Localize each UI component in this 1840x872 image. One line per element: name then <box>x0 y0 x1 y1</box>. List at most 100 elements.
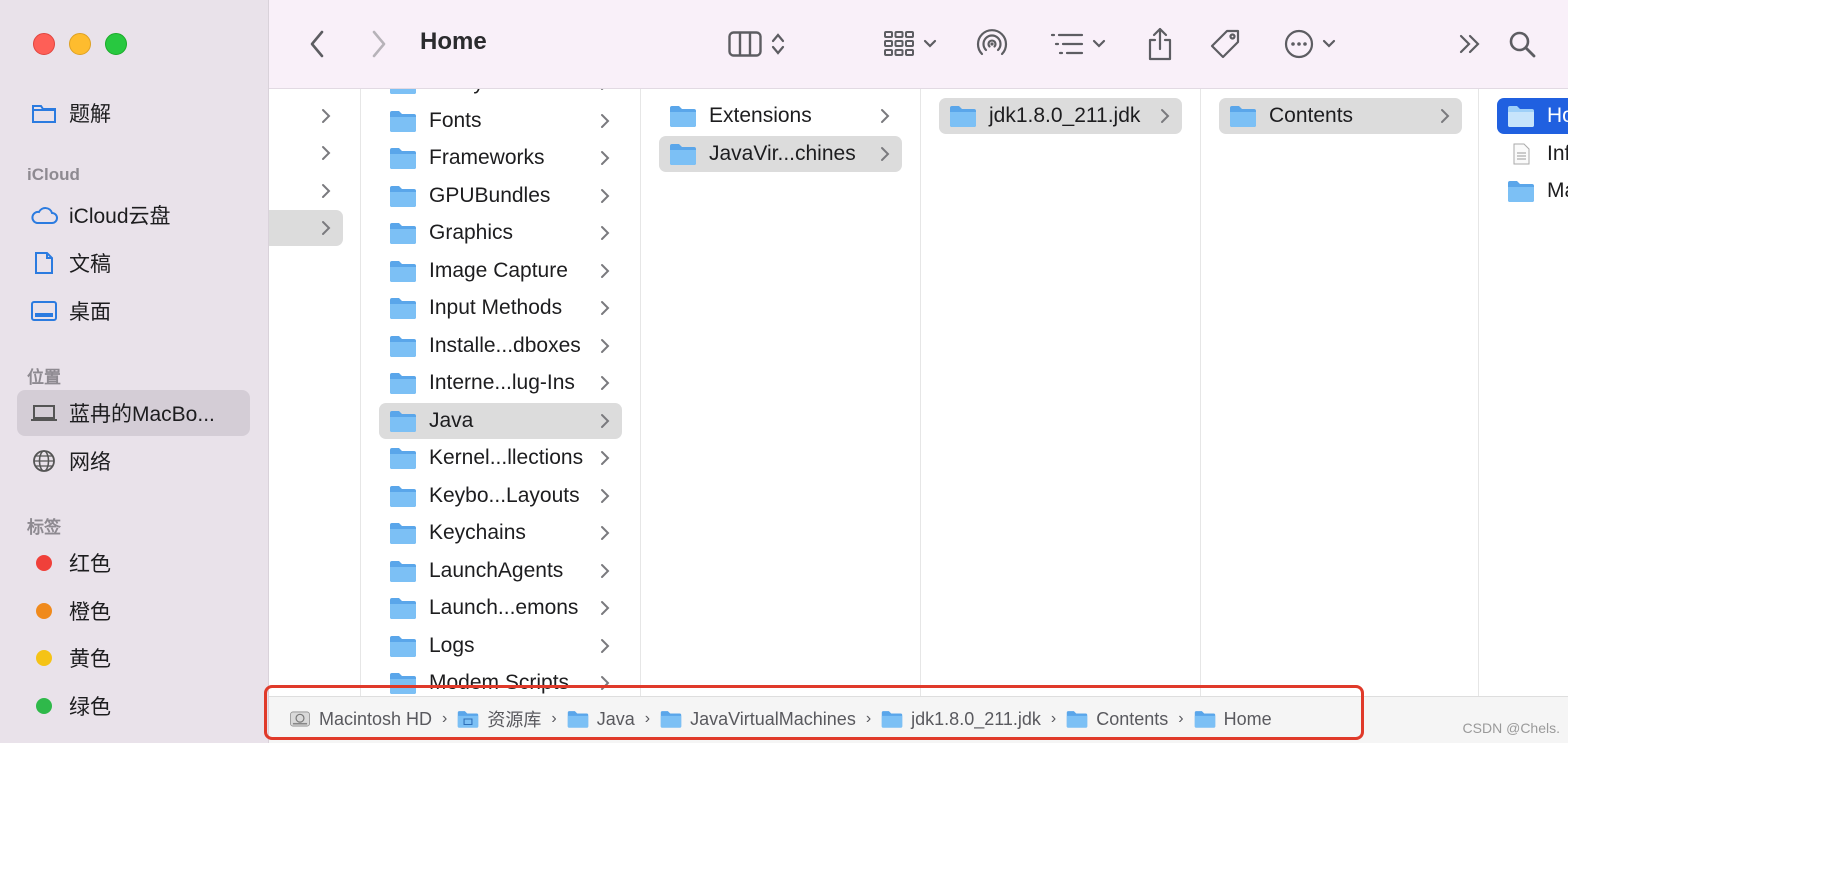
forward-button[interactable] <box>365 22 393 66</box>
list-item[interactable]: Installe...dboxes <box>379 328 622 364</box>
chevron-right-icon <box>601 301 610 315</box>
list-item[interactable]: Frameworks <box>379 140 622 176</box>
list-item-label: GPUBundles <box>429 183 551 207</box>
list-item[interactable]: Keybo...Layouts <box>379 478 622 514</box>
more-actions-button[interactable] <box>1279 22 1341 66</box>
list-item-label: Fonts <box>429 108 482 132</box>
sidebar-item-tag-orange[interactable]: 橙色 <box>17 588 250 634</box>
chevron-right-icon <box>601 188 610 203</box>
folder-icon <box>1229 104 1257 128</box>
sidebar-item-tag-yellow[interactable]: 黄色 <box>17 635 250 681</box>
list-item[interactable]: Kernel...llections <box>379 440 622 476</box>
overflow-button[interactable] <box>1457 22 1483 66</box>
breadcrumb-item[interactable]: Home <box>1194 709 1272 730</box>
sidebar-item-documents[interactable]: 文稿 <box>17 240 250 286</box>
list-item-selected[interactable]: jdk1.8.0_211.jdk <box>939 98 1182 134</box>
back-button[interactable] <box>303 22 331 66</box>
close-button[interactable] <box>33 33 55 55</box>
sidebar-item-network[interactable]: 网络 <box>17 438 250 484</box>
list-item[interactable]: Image Capture <box>379 253 622 289</box>
list-item-label: Interne...lug-Ins <box>429 371 575 394</box>
list-item-label: Keybo...Layouts <box>429 483 580 507</box>
list-item[interactable] <box>269 173 343 209</box>
share-button[interactable] <box>1145 22 1175 66</box>
sidebar-item-label: 橙色 <box>69 601 111 624</box>
sidebar-item-icloud-drive[interactable]: iCloud云盘 <box>17 192 250 238</box>
list-item[interactable]: LaunchAgents <box>379 553 622 589</box>
list-item-selected[interactable] <box>269 210 343 246</box>
breadcrumb-label: Contents <box>1096 708 1169 729</box>
list-item-selected[interactable]: Contents <box>1219 98 1462 134</box>
column-java: Extensions JavaVir...chines <box>641 89 921 696</box>
airdrop-icon <box>976 29 1008 56</box>
chevron-right-icon <box>1161 109 1170 123</box>
sidebar-item-macbook[interactable]: 蓝冉的MacBo... <box>17 390 250 436</box>
tag-green-dot <box>36 698 52 714</box>
folder-icon <box>389 334 417 358</box>
list-item-label: Frameworks <box>429 146 545 169</box>
search-button[interactable] <box>1507 22 1537 66</box>
folder-icon <box>389 109 417 133</box>
list-item[interactable]: GPUBundles <box>379 178 622 214</box>
folder-icon <box>669 104 697 128</box>
breadcrumb-item[interactable]: JavaVirtualMachines <box>660 709 856 730</box>
list-item[interactable]: Ma <box>1497 173 1568 209</box>
sort-button[interactable] <box>1045 22 1111 66</box>
breadcrumb-label: Home <box>1223 708 1272 729</box>
list-item-label: jdk1.8.0_211.jdk <box>989 104 1141 127</box>
globe-icon <box>29 448 59 474</box>
list-item[interactable]: Filesystems <box>379 89 622 101</box>
breadcrumb-item[interactable]: Macintosh HD <box>289 709 432 730</box>
folder-icon <box>389 221 417 245</box>
list-item[interactable] <box>269 135 343 171</box>
sidebar-item-tag-green[interactable]: 绿色 <box>17 683 250 729</box>
list-item-label: Kernel...llections <box>429 446 584 469</box>
breadcrumb-item[interactable]: Java <box>567 709 635 730</box>
list-item[interactable]: Graphics <box>379 215 622 251</box>
minimize-button[interactable] <box>69 33 91 55</box>
breadcrumb-item[interactable]: Contents <box>1066 709 1168 730</box>
tag-button[interactable] <box>1209 22 1243 66</box>
list-item[interactable]: Input Methods <box>379 290 622 326</box>
folder-icon <box>1194 709 1216 729</box>
hard-drive-icon <box>290 711 310 727</box>
list-item[interactable]: Keychains <box>379 515 622 551</box>
breadcrumb-item[interactable]: jdk1.8.0_211.jdk <box>881 709 1041 730</box>
list-item-label: Filesystems <box>429 89 540 95</box>
chevron-right-icon <box>319 106 333 126</box>
sidebar-heading-icloud: iCloud <box>27 165 80 184</box>
view-mode-button[interactable] <box>721 22 793 66</box>
zoom-button[interactable] <box>105 33 127 55</box>
chevron-right-icon <box>1441 109 1450 123</box>
list-item[interactable]: Extensions <box>659 98 902 134</box>
chevron-right-icon <box>601 89 604 90</box>
list-item[interactable]: Launch...emons <box>379 590 622 626</box>
chevron-down-icon <box>1322 39 1336 48</box>
list-item-label: Launch...emons <box>429 596 579 619</box>
list-item-selected[interactable]: Java <box>379 402 622 439</box>
list-item-selected[interactable]: JavaVir...chines <box>659 135 902 172</box>
list-item[interactable]: Logs <box>379 628 622 664</box>
tag-red-dot <box>36 555 52 571</box>
sidebar-item-tijie[interactable]: 题解 <box>17 90 250 136</box>
group-button[interactable] <box>879 22 941 66</box>
list-item[interactable]: Inf <box>1497 136 1568 172</box>
list-item[interactable]: Fonts <box>379 103 622 139</box>
breadcrumb-separator: › <box>551 710 557 727</box>
sidebar-item-desktop[interactable]: 桌面 <box>17 288 250 334</box>
list-item[interactable] <box>269 98 343 134</box>
list-item-label: Input Methods <box>429 296 563 319</box>
folder-icon <box>389 296 417 320</box>
airdrop-button[interactable] <box>973 22 1011 66</box>
file-icon <box>1513 143 1530 164</box>
sidebar-item-tag-red[interactable]: 红色 <box>17 540 250 586</box>
breadcrumb: Macintosh HD › 资源库 › Java › JavaVirtualMachine… <box>289 706 1272 732</box>
list-item[interactable]: Interne...lug-Ins <box>379 365 622 401</box>
breadcrumb-separator: › <box>1050 710 1057 727</box>
column-jvm: jdk1.8.0_211.jdk <box>921 89 1201 696</box>
sidebar-heading-locations: 位置 <box>27 368 61 387</box>
breadcrumb-item[interactable]: 资源库 <box>457 706 541 732</box>
sidebar: 题解 iCloud iCloud云盘 文稿 桌面 位置 蓝冉的MacBo... … <box>0 0 269 743</box>
breadcrumb-label: jdk1.8.0_211.jdk <box>911 708 1041 729</box>
list-item-selected[interactable]: Ho <box>1497 98 1568 134</box>
